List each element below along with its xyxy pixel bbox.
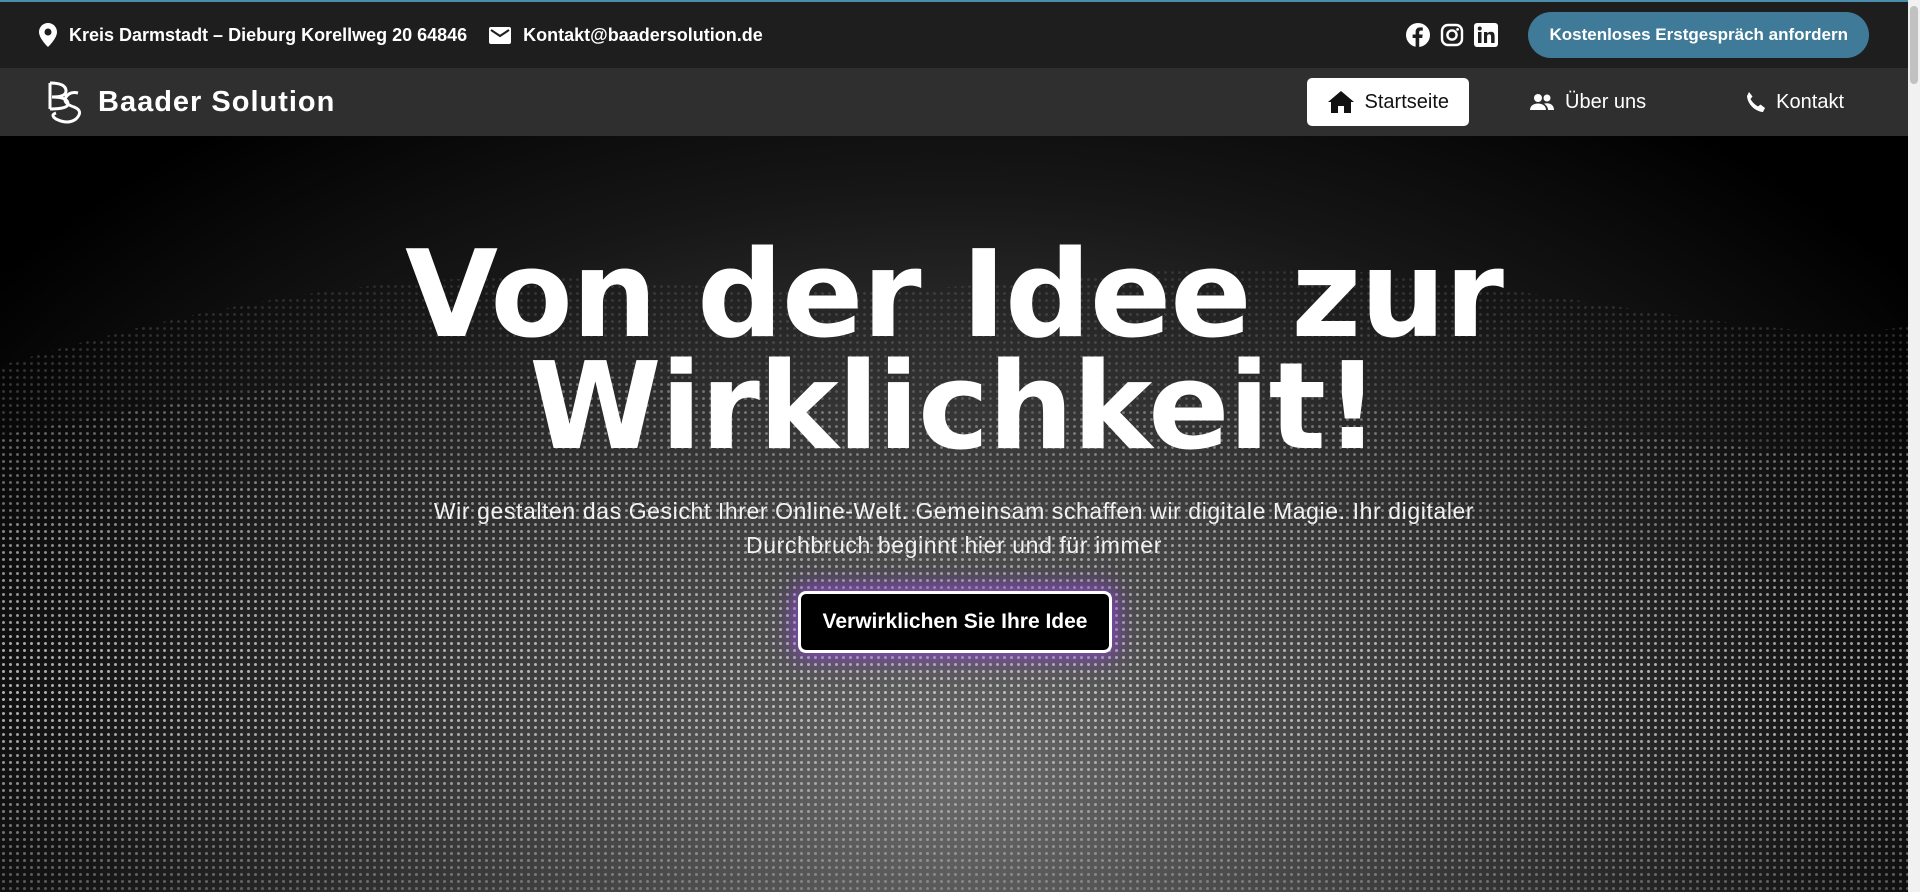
headline-line-2: Wirklichkeit! bbox=[529, 338, 1380, 477]
top-info-bar: Kreis Darmstadt – Dieburg Korellweg 20 6… bbox=[0, 0, 1908, 68]
nav-item-label: Startseite bbox=[1364, 90, 1450, 113]
nav-item-ueber-uns[interactable]: Über uns bbox=[1509, 78, 1666, 126]
hero-subline: Wir gestalten das Gesicht Ihrer Online-W… bbox=[380, 494, 1528, 562]
brand-logo-icon bbox=[48, 81, 81, 124]
phone-icon bbox=[1747, 92, 1766, 112]
home-icon bbox=[1327, 91, 1354, 113]
main-navigation: Baader Solution Startseite Über uns Kont… bbox=[0, 68, 1908, 136]
subline-line-2: Durchbruch beginnt hier und für immer bbox=[746, 532, 1162, 558]
hero-headline: Von der Idee zur Wirklichkeit! bbox=[0, 226, 1908, 477]
request-consultation-button[interactable]: Kostenloses Erstgespräch anfordern bbox=[1528, 12, 1869, 58]
email-link[interactable]: Kontakt@baadersolution.de bbox=[523, 25, 763, 46]
subline-line-1: Wir gestalten das Gesicht Ihrer Online-W… bbox=[433, 498, 1475, 524]
hero-section: Von der Idee zur Wirklichkeit! Wir gesta… bbox=[0, 136, 1908, 892]
nav-item-startseite[interactable]: Startseite bbox=[1306, 78, 1470, 126]
nav-item-label: Kontakt bbox=[1776, 90, 1844, 113]
address-info: Kreis Darmstadt – Dieburg Korellweg 20 6… bbox=[39, 23, 467, 47]
facebook-icon[interactable] bbox=[1406, 23, 1431, 47]
brand-name: Baader Solution bbox=[98, 85, 336, 118]
brand-logo-link[interactable]: Baader Solution bbox=[44, 79, 335, 125]
scrollbar-thumb[interactable] bbox=[1910, 6, 1918, 84]
address-text: Kreis Darmstadt – Dieburg Korellweg 20 6… bbox=[69, 24, 468, 45]
realize-idea-button[interactable]: Verwirklichen Sie Ihre Idee bbox=[798, 591, 1112, 653]
mail-icon bbox=[489, 26, 512, 44]
location-pin-icon bbox=[39, 23, 57, 47]
linkedin-icon[interactable] bbox=[1474, 23, 1499, 47]
page-scrollbar[interactable] bbox=[1908, 0, 1920, 892]
nav-item-kontakt[interactable]: Kontakt bbox=[1724, 78, 1864, 126]
instagram-icon[interactable] bbox=[1440, 23, 1464, 47]
headline-line-1: Von der Idee zur bbox=[405, 226, 1504, 365]
users-icon bbox=[1530, 94, 1555, 110]
nav-item-label: Über uns bbox=[1565, 90, 1647, 113]
social-links bbox=[1406, 23, 1499, 47]
email-info[interactable]: Kontakt@baadersolution.de bbox=[489, 25, 763, 46]
